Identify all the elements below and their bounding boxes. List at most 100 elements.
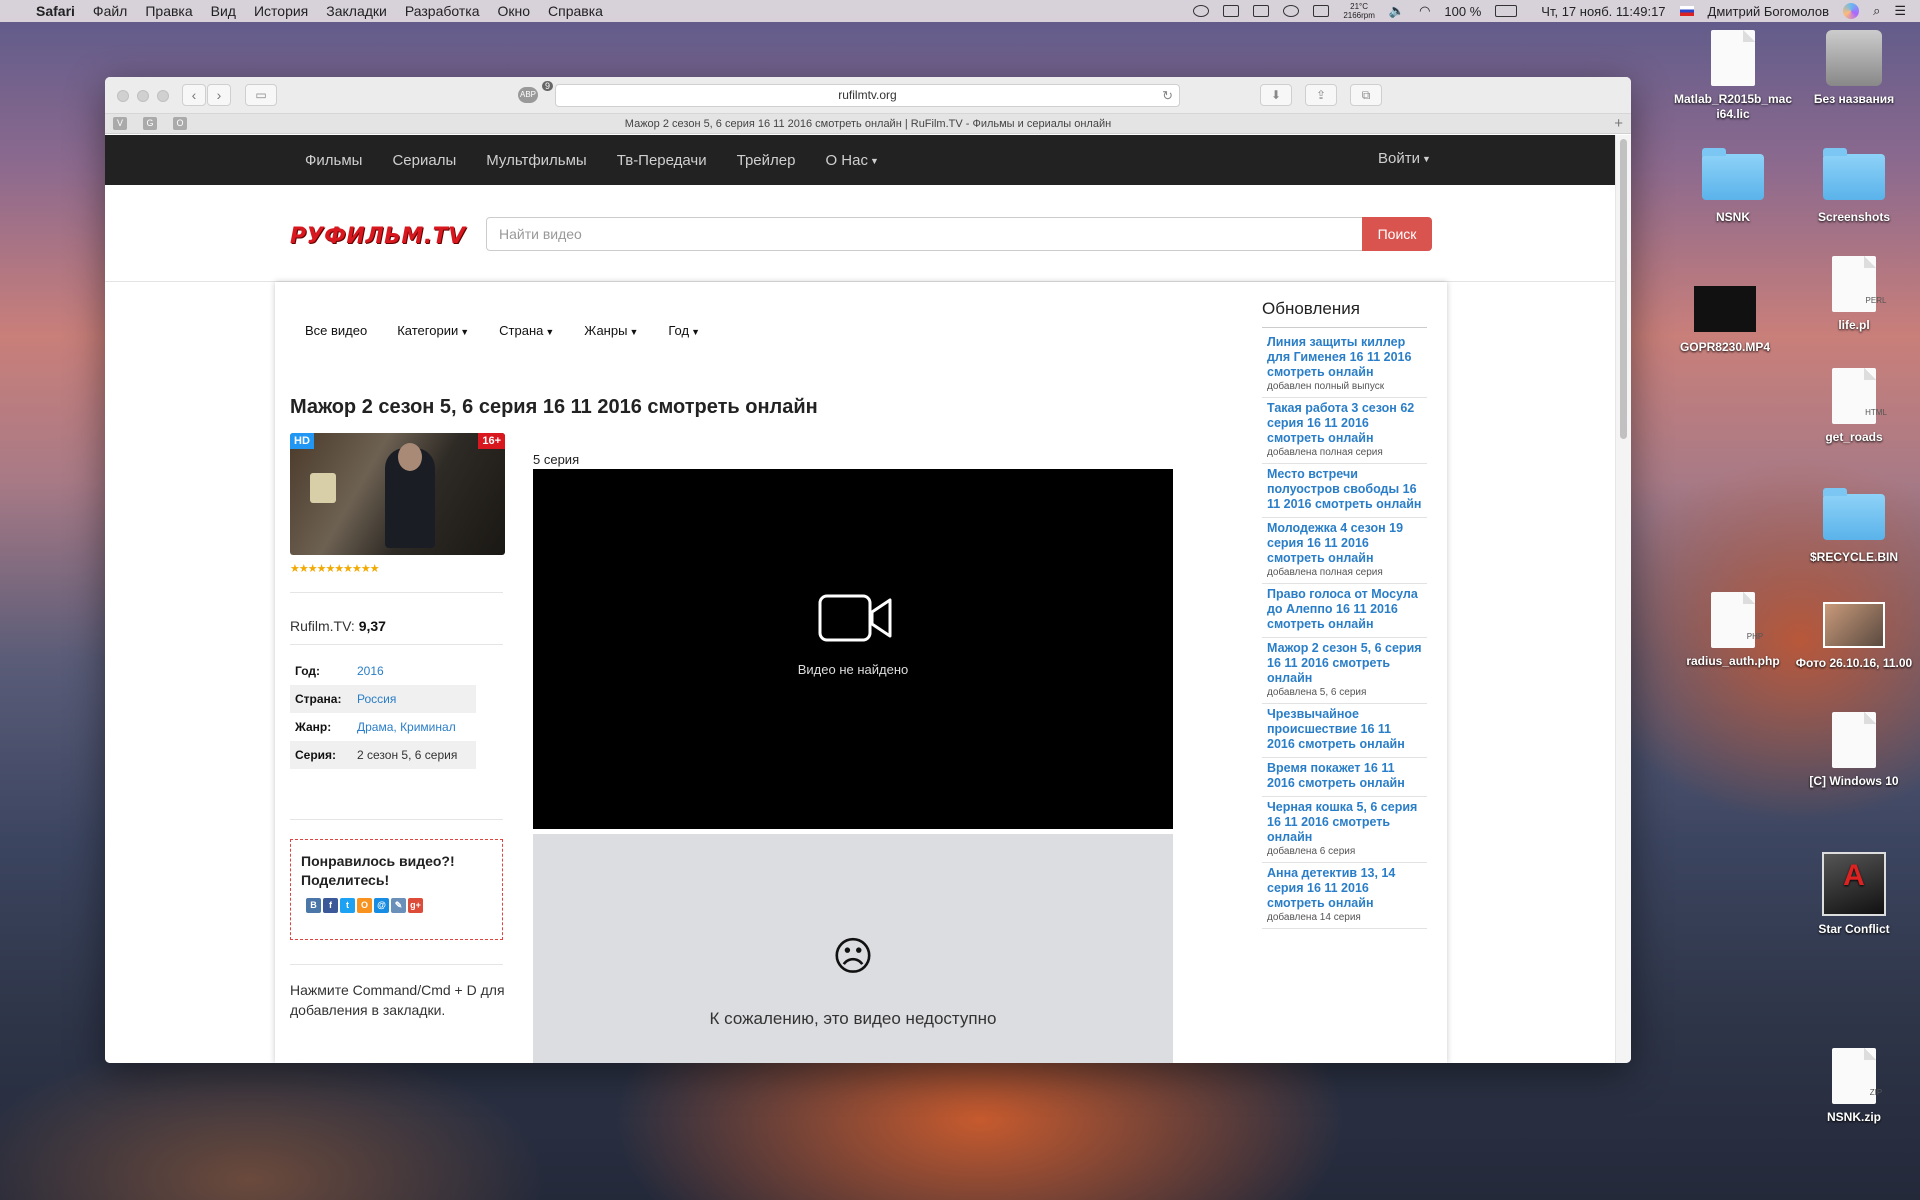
back-button[interactable]: ‹ — [182, 84, 206, 106]
facebook-share-icon[interactable]: f — [323, 898, 338, 913]
desktop-item-nsnk-folder[interactable]: NSNK — [1673, 148, 1793, 225]
desktop-item-screenshots-folder[interactable]: Screenshots — [1794, 148, 1914, 225]
update-link[interactable]: Анна детектив 13, 14 серия 16 11 2016 см… — [1267, 866, 1422, 911]
meta-year-link[interactable]: 2016 — [357, 664, 384, 678]
nav-tv-shows[interactable]: Тв-Передачи — [617, 152, 707, 169]
meta-genre-links[interactable]: Драма, Криминал — [357, 720, 456, 734]
login-menu[interactable]: Войти ▼ — [1378, 150, 1431, 167]
time-machine-icon[interactable] — [1283, 5, 1300, 17]
video-poster[interactable]: HD 16+ — [290, 433, 505, 555]
sidebar-toggle-button[interactable]: ▭ — [245, 84, 277, 106]
meta-country-link[interactable]: Россия — [357, 692, 396, 706]
favorite-v-icon[interactable]: V — [113, 117, 127, 130]
menu-bookmarks[interactable]: Закладки — [326, 3, 387, 19]
user-name[interactable]: Дмитрий Богомолов — [1708, 4, 1830, 19]
meta-row-country: Страна: Россия — [290, 685, 476, 713]
reload-icon[interactable]: ↻ — [1162, 85, 1173, 106]
share-button[interactable]: ⇪ — [1305, 84, 1337, 106]
star-rating[interactable]: ★★★★★★★★★★ — [290, 562, 380, 575]
google-plus-share-icon[interactable]: g+ — [408, 898, 423, 913]
twitter-share-icon[interactable]: t — [340, 898, 355, 913]
adblock-icon[interactable]: ABP — [518, 87, 538, 103]
update-link[interactable]: Такая работа 3 сезон 62 серия 16 11 2016… — [1267, 401, 1422, 446]
nav-series[interactable]: Сериалы — [392, 152, 456, 169]
favorite-o-icon[interactable]: O — [173, 117, 187, 130]
wifi-icon[interactable]: ◠ — [1419, 3, 1430, 19]
menu-history[interactable]: История — [254, 3, 308, 19]
volume-icon[interactable]: 🔈 — [1389, 3, 1405, 19]
update-link[interactable]: Время покажет 16 11 2016 смотреть онлайн — [1267, 761, 1422, 791]
desktop-item-nsnk-zip[interactable]: ZIP NSNK.zip — [1794, 1048, 1914, 1125]
update-link[interactable]: Линия защиты киллер для Гименея 16 11 20… — [1267, 335, 1422, 380]
video-player[interactable]: Видео не найдено — [533, 469, 1173, 829]
subnav-categories[interactable]: Категории ▼ — [397, 323, 469, 338]
zoom-window-button[interactable] — [157, 90, 169, 102]
odnoklassniki-share-icon[interactable]: O — [357, 898, 372, 913]
update-link[interactable]: Место встречи полуостров свободы 16 11 2… — [1267, 467, 1422, 512]
update-link[interactable]: Мажор 2 сезон 5, 6 серия 16 11 2016 смот… — [1267, 641, 1422, 686]
scrollbar-thumb[interactable] — [1620, 139, 1627, 439]
address-bar[interactable]: rufilmtv.org ↻ — [555, 84, 1180, 107]
desktop-item-photo[interactable]: Фото 26.10.16, 11.00 — [1794, 596, 1914, 671]
site-logo[interactable]: РУФИЛЬМ.TV — [290, 224, 466, 249]
downloads-button[interactable]: ⬇ — [1260, 84, 1292, 106]
episode-label: 5 серия — [533, 452, 580, 467]
update-link[interactable]: Черная кошка 5, 6 серия 16 11 2016 смотр… — [1267, 800, 1422, 845]
update-link[interactable]: Молодежка 4 сезон 19 серия 16 11 2016 см… — [1267, 521, 1422, 566]
update-link[interactable]: Чрезвычайное происшествие 16 11 2016 смо… — [1267, 707, 1422, 752]
search-input[interactable]: Найти видео — [486, 217, 1366, 251]
menu-edit[interactable]: Правка — [145, 3, 192, 19]
close-window-button[interactable] — [117, 90, 129, 102]
battery-icon[interactable] — [1495, 5, 1518, 17]
desktop-item-star-conflict[interactable]: A Star Conflict — [1794, 852, 1914, 937]
desktop-item-recycle-bin[interactable]: $RECYCLE.BIN — [1794, 488, 1914, 565]
tabs-overview-button[interactable]: ⧉ — [1350, 84, 1382, 106]
meta-key: Год: — [295, 664, 320, 678]
search-button[interactable]: Поиск — [1362, 217, 1432, 251]
desktop-item-radius-auth[interactable]: PHP radius_auth.php — [1673, 592, 1793, 669]
desktop-item-matlab-license[interactable]: Matlab_R2015b_maci64.lic — [1673, 30, 1793, 122]
mail-share-icon[interactable]: @ — [374, 898, 389, 913]
livejournal-share-icon[interactable]: ✎ — [391, 898, 406, 913]
nav-about[interactable]: О Нас ▼ — [825, 152, 878, 169]
menu-app-safari[interactable]: Safari — [36, 3, 75, 19]
search-icon[interactable]: ⌕ — [1873, 3, 1880, 19]
forward-button[interactable]: › — [207, 84, 231, 106]
subnav-country[interactable]: Страна ▼ — [499, 323, 554, 338]
battery-percent[interactable]: 100 % — [1444, 4, 1481, 19]
notification-center-icon[interactable]: ☰ — [1894, 3, 1906, 19]
clipboard-icon[interactable] — [1253, 5, 1270, 17]
subnav-year[interactable]: Год ▼ — [668, 323, 700, 338]
unavailable-player[interactable]: ☹ К сожалению, это видео недоступно — [533, 834, 1173, 1063]
input-source-flag-icon[interactable] — [1679, 6, 1694, 16]
subnav-genres[interactable]: Жанры ▼ — [584, 323, 638, 338]
desktop-item-windows10[interactable]: [C] Windows 10 — [1794, 712, 1914, 789]
menu-window[interactable]: Окно — [497, 3, 530, 19]
menu-file[interactable]: Файл — [93, 3, 127, 19]
subnav-all-videos[interactable]: Все видео — [305, 323, 367, 338]
menu-develop[interactable]: Разработка — [405, 3, 480, 19]
nav-cartoons[interactable]: Мультфильмы — [486, 152, 586, 169]
tab-title[interactable]: Мажор 2 сезон 5, 6 серия 16 11 2016 смот… — [625, 118, 1111, 130]
minimize-window-button[interactable] — [137, 90, 149, 102]
favorite-g-icon[interactable]: G — [143, 117, 157, 130]
airplay-icon[interactable] — [1313, 5, 1330, 17]
update-item: Линия защиты киллер для Гименея 16 11 20… — [1262, 332, 1427, 398]
desktop-item-get-roads[interactable]: HTML get_roads — [1794, 368, 1914, 445]
clock[interactable]: Чт, 17 нояб. 11:49:17 — [1541, 4, 1665, 19]
vk-share-icon[interactable]: В — [306, 898, 321, 913]
new-tab-button[interactable]: + — [1614, 114, 1623, 134]
menu-view[interactable]: Вид — [211, 3, 236, 19]
upload-icon[interactable] — [1223, 5, 1240, 17]
desktop-item-disk[interactable]: Без названия — [1794, 30, 1914, 107]
nav-films[interactable]: Фильмы — [305, 152, 362, 169]
page-scrollbar[interactable] — [1615, 135, 1631, 1063]
menu-help[interactable]: Справка — [548, 3, 603, 19]
creative-cloud-icon[interactable] — [1193, 5, 1210, 17]
nav-trailer[interactable]: Трейлер — [737, 152, 796, 169]
desktop-item-gopro-video[interactable]: GOPR8230.MP4 — [1665, 280, 1785, 355]
update-link[interactable]: Право голоса от Мосула до Алеппо 16 11 2… — [1267, 587, 1422, 632]
siri-icon[interactable] — [1843, 3, 1860, 19]
temperature-widget[interactable]: 21°C 2166rpm — [1343, 2, 1375, 20]
desktop-item-life-pl[interactable]: PERL life.pl — [1794, 256, 1914, 333]
